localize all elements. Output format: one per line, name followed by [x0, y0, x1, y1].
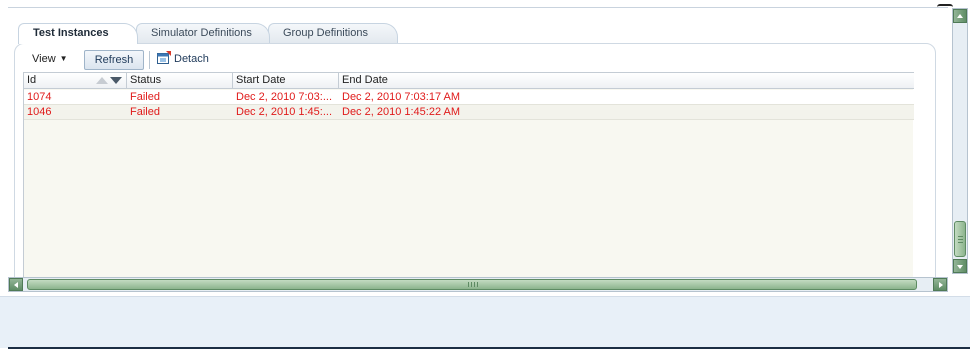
column-header-status[interactable]: Status: [127, 73, 233, 89]
scroll-right-icon[interactable]: [933, 278, 947, 291]
tab-group-definitions[interactable]: Group Definitions: [268, 23, 398, 43]
cell-end-date: Dec 2, 2010 7:03:17 AM: [342, 91, 461, 103]
view-menu-label: View: [32, 53, 56, 65]
vertical-scrollbar[interactable]: [952, 8, 968, 274]
bottom-border: [8, 347, 970, 349]
table-header: Id Status Start Date End Date: [24, 72, 914, 89]
cell-id: 1046: [27, 106, 52, 118]
footer-area: [0, 296, 970, 348]
sort-ascending-icon[interactable]: [96, 77, 108, 84]
tab-simulator-definitions[interactable]: Simulator Definitions: [136, 23, 270, 43]
cell-status: Failed: [130, 106, 160, 118]
scroll-left-icon[interactable]: [9, 278, 23, 291]
chevron-down-icon: ▼: [59, 54, 68, 63]
grip-icon: [468, 282, 478, 287]
table-row[interactable]: 1046 Failed Dec 2, 2010 1:45:... Dec 2, …: [24, 105, 914, 120]
vertical-scroll-thumb[interactable]: [954, 221, 966, 257]
cell-id: 1074: [27, 91, 52, 103]
sort-descending-icon[interactable]: [110, 77, 122, 84]
toolbar-separator: [149, 51, 150, 69]
column-header-end-date[interactable]: End Date: [339, 73, 914, 89]
horizontal-scrollbar[interactable]: [8, 277, 948, 292]
cell-end-date: Dec 2, 2010 1:45:22 AM: [342, 106, 461, 118]
cell-start-date: Dec 2, 2010 7:03:...: [236, 91, 333, 103]
column-header-start-date[interactable]: Start Date: [233, 73, 339, 89]
test-instances-table: Id Status Start Date End Date 1074 Faile…: [23, 72, 914, 278]
column-header-id-label: Id: [27, 74, 37, 86]
table-toolbar: View ▼ Refresh Detach: [22, 48, 322, 72]
cell-start-date: Dec 2, 2010 1:45:...: [236, 106, 333, 118]
sort-controls: [96, 76, 124, 86]
table-row[interactable]: 1074 Failed Dec 2, 2010 7:03:... Dec 2, …: [24, 90, 914, 105]
grip-icon: [958, 235, 963, 243]
refresh-button[interactable]: Refresh: [84, 50, 144, 70]
detach-label: Detach: [174, 53, 209, 65]
window-corner-mark: [937, 4, 953, 7]
horizontal-scroll-thumb[interactable]: [27, 279, 917, 290]
detach-button[interactable]: Detach: [157, 51, 209, 69]
cell-status: Failed: [130, 91, 160, 103]
detach-window-icon: [157, 51, 171, 64]
column-header-id[interactable]: Id: [24, 73, 127, 89]
scroll-up-icon[interactable]: [953, 9, 967, 23]
tab-test-instances[interactable]: Test Instances: [18, 23, 138, 44]
view-menu[interactable]: View ▼: [32, 53, 68, 65]
scroll-down-icon[interactable]: [953, 259, 967, 273]
